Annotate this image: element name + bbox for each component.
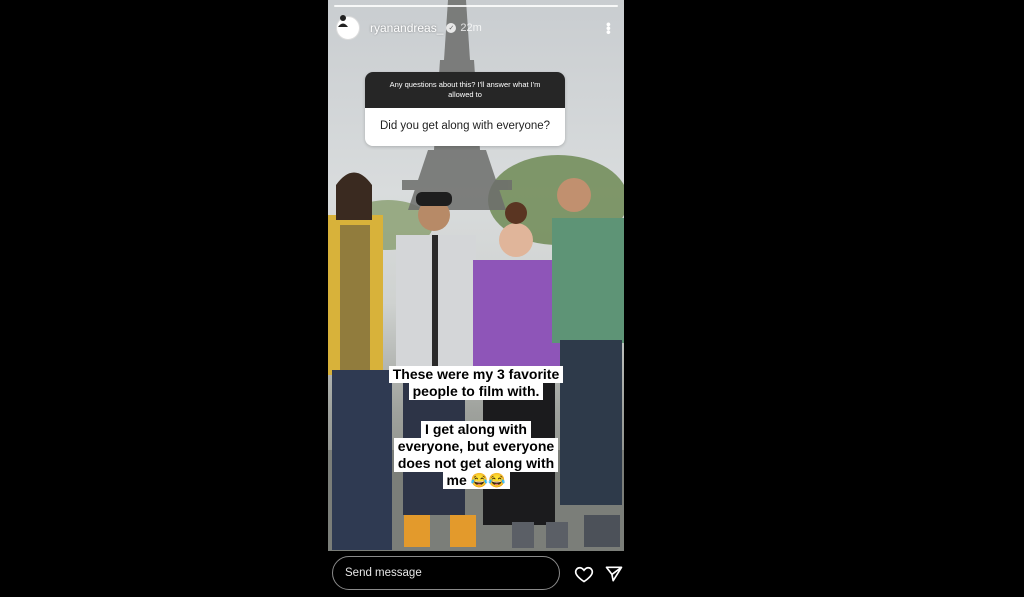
send-message-input[interactable]: [332, 556, 560, 590]
story-time: 22m: [460, 22, 482, 34]
heart-icon[interactable]: [574, 564, 594, 584]
caption-line: I get along with: [421, 421, 531, 438]
question-text: Did you get along with everyone?: [365, 108, 565, 146]
verified-badge-icon: ✓: [446, 23, 457, 33]
caption-line: people to film with.: [408, 383, 544, 400]
story-progress-bar: [334, 5, 618, 7]
caption-favorites: These were my 3 favorite people to film …: [328, 366, 624, 400]
avatar-icon[interactable]: [336, 15, 360, 40]
story-photo[interactable]: ryanandreas_ ✓ 22m ••• Any questions abo…: [328, 0, 624, 551]
caption-line: These were my 3 favorite: [388, 366, 564, 383]
story-header: ryanandreas_ ✓ 22m •••: [336, 14, 617, 42]
caption-answer: I get along with everyone, but everyone …: [328, 421, 624, 489]
story-viewer: ryanandreas_ ✓ 22m ••• Any questions abo…: [328, 0, 624, 597]
more-options-icon[interactable]: •••: [601, 22, 617, 34]
question-prompt: Any questions about this? I'll answer wh…: [365, 72, 565, 108]
reply-bar: [328, 551, 624, 597]
paper-plane-icon[interactable]: [604, 564, 624, 584]
caption-line: does not get along with: [393, 455, 559, 472]
caption-line: everyone, but everyone: [393, 438, 559, 455]
question-sticker[interactable]: Any questions about this? I'll answer wh…: [365, 72, 565, 146]
username[interactable]: ryanandreas_: [370, 21, 443, 35]
caption-line: me 😂😂: [442, 472, 510, 489]
